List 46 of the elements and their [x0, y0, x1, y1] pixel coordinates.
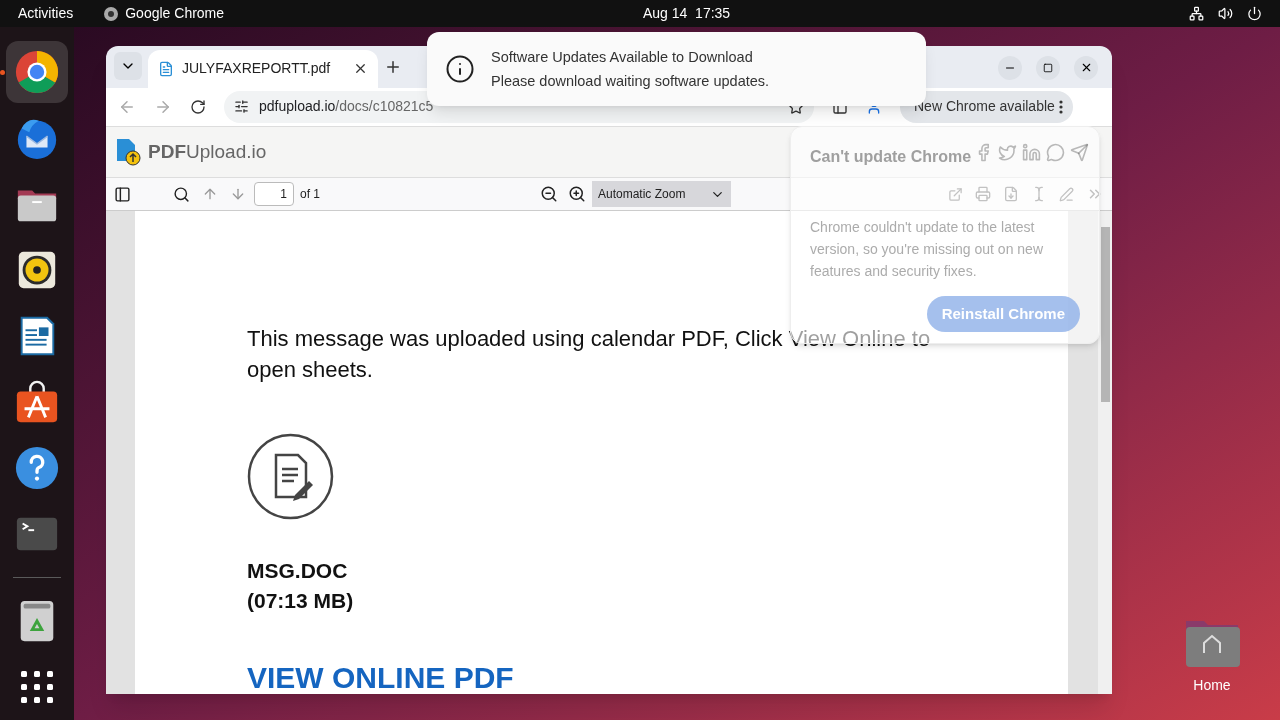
previous-page-icon[interactable]: [202, 186, 218, 202]
info-icon: [445, 54, 475, 84]
reload-icon[interactable]: [190, 98, 206, 115]
sidebar-toggle-icon[interactable]: [114, 185, 131, 203]
apps-grid-icon[interactable]: [19, 669, 55, 705]
more-menu-icon: [1058, 99, 1063, 114]
pdf-file-icon: [158, 60, 174, 77]
app-circle-icon: [103, 5, 120, 22]
site-logo-text: PDFUpload.io: [148, 139, 267, 164]
page-count: of 1: [300, 186, 320, 203]
notification-title: Software Updates Available to Download: [491, 48, 754, 67]
zoom-select[interactable]: Automatic Zoom: [592, 181, 731, 207]
minimize-button[interactable]: [998, 55, 1022, 80]
maximize-icon: [1043, 62, 1053, 73]
zoom-out-icon[interactable]: [540, 185, 558, 203]
zoom-in-icon[interactable]: [568, 185, 586, 203]
activities-button[interactable]: Activities: [18, 3, 74, 24]
url-text: pdfupload.io/docs/c10821c5: [259, 97, 435, 117]
power-icon[interactable]: [1247, 6, 1262, 21]
search-icon[interactable]: [173, 185, 190, 203]
tab-list-button[interactable]: [114, 51, 142, 80]
notification-body: Please download waiting software updates.: [491, 72, 770, 91]
popup-body: Chrome couldn't update to the latest version, so you're missing out on new features and security fixes.: [810, 218, 1044, 281]
file-name: MSG.DOC: [247, 558, 349, 584]
browser-tab[interactable]: JULYFAXREPORTT.pdf: [148, 49, 378, 88]
app-name: Google Chrome: [125, 4, 225, 23]
help-icon[interactable]: [14, 445, 60, 491]
maximize-button[interactable]: [1036, 55, 1060, 80]
upload-file-logo-icon: [116, 138, 142, 166]
view-online-link[interactable]: VIEW ONLINE PDF: [247, 662, 1068, 694]
shopping-bag-icon[interactable]: [14, 379, 60, 425]
site-settings-icon[interactable]: [234, 99, 249, 115]
chrome-icon[interactable]: [14, 49, 60, 95]
desktop-icon-label: Home: [1193, 676, 1231, 695]
tab-title: JULYFAXREPORTT.pdf: [182, 59, 332, 79]
close-button[interactable]: [1074, 55, 1098, 80]
scrollbar[interactable]: [1098, 211, 1112, 694]
running-indicator-icon: [0, 70, 5, 75]
page-number-field[interactable]: 1: [254, 182, 294, 206]
volume-icon[interactable]: [1218, 6, 1233, 21]
next-page-icon[interactable]: [230, 186, 246, 202]
file-size: (07:13 MB): [247, 588, 355, 614]
popup-title: Can't update Chrome: [810, 147, 972, 167]
network-icon[interactable]: [1189, 6, 1204, 21]
document-edit-icon: [247, 433, 334, 520]
clock[interactable]: Aug 14 17:35: [642, 3, 731, 24]
